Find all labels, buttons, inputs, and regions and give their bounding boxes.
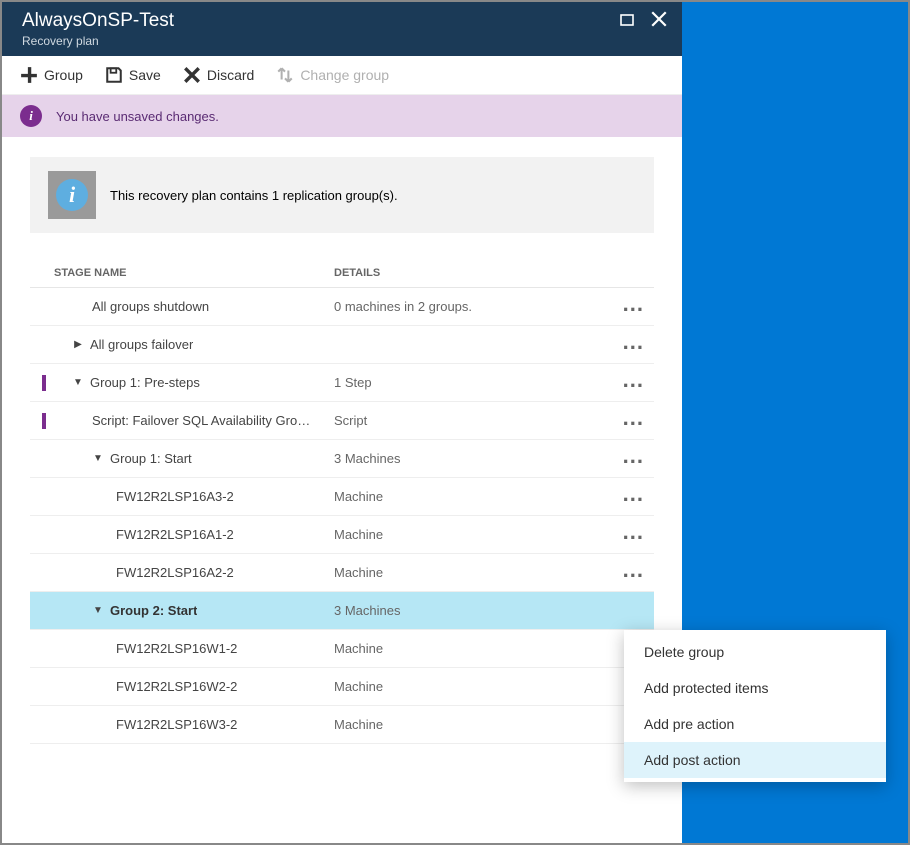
row-name: Script: Failover SQL Availability Gro…	[92, 413, 310, 428]
table-row[interactable]: Script: Failover SQL Availability Gro… Sc…	[30, 402, 654, 440]
info-box-text: This recovery plan contains 1 replicatio…	[110, 188, 398, 203]
table-row[interactable]: ▼ Group 1: Pre-steps 1 Step...	[30, 364, 654, 402]
toolbar: Group Save Discard Change group	[2, 56, 682, 95]
group-button-label: Group	[44, 67, 83, 83]
restore-window-icon[interactable]	[620, 11, 636, 30]
header-controls	[620, 10, 668, 31]
group-button[interactable]: Group	[20, 66, 83, 84]
save-icon	[105, 66, 123, 84]
info-box-icon-bg: i	[48, 171, 96, 219]
discard-button-label: Discard	[207, 67, 254, 83]
row-details: 3 Machines	[334, 451, 614, 466]
context-menu-item[interactable]: Add pre action	[624, 706, 886, 742]
swap-icon	[276, 66, 294, 84]
table-row[interactable]: FW12R2LSP16A1-2 Machine...	[30, 516, 654, 554]
row-name: Group 1: Pre-steps	[90, 375, 200, 390]
discard-icon	[183, 66, 201, 84]
more-actions-icon[interactable]: ...	[623, 557, 644, 582]
header-text: AlwaysOnSP-Test Recovery plan	[22, 10, 174, 48]
plus-icon	[20, 66, 38, 84]
row-details: Machine	[334, 527, 614, 542]
table-row[interactable]: FW12R2LSP16A2-2 Machine...	[30, 554, 654, 592]
table-row[interactable]: FW12R2LSP16W2-2Machine...	[30, 668, 654, 706]
panel-header: AlwaysOnSP-Test Recovery plan	[2, 2, 682, 56]
row-name: All groups failover	[90, 337, 193, 352]
row-details: Script	[334, 413, 614, 428]
chevron-down-icon[interactable]: ▼	[72, 377, 84, 388]
context-menu-item[interactable]: Add post action	[624, 742, 886, 778]
row-details: Machine	[334, 679, 614, 694]
save-button-label: Save	[129, 67, 161, 83]
row-details: 3 Machines	[334, 603, 614, 618]
change-group-label: Change group	[300, 67, 389, 83]
more-actions-icon[interactable]: ...	[623, 405, 644, 430]
col-header-name: STAGE NAME	[54, 267, 334, 279]
row-name: FW12R2LSP16A1-2	[116, 527, 234, 542]
more-actions-icon[interactable]: ...	[623, 329, 644, 354]
more-actions-icon[interactable]: ...	[623, 519, 644, 544]
row-details: Machine	[334, 489, 614, 504]
table-header: STAGE NAME DETAILS	[30, 267, 654, 288]
table-row[interactable]: FW12R2LSP16W3-2Machine...	[30, 706, 654, 744]
chevron-down-icon[interactable]: ▼	[92, 605, 104, 616]
banner-text: You have unsaved changes.	[56, 109, 219, 124]
table-row[interactable]: ▶ All groups failover...	[30, 326, 654, 364]
col-header-details: DETAILS	[334, 267, 614, 279]
info-icon: i	[56, 179, 88, 211]
row-details: 0 machines in 2 groups.	[334, 299, 614, 314]
chevron-down-icon[interactable]: ▼	[92, 453, 104, 464]
row-name: FW12R2LSP16A3-2	[116, 489, 234, 504]
table-row[interactable]: All groups shutdown 0 machines in 2 group…	[30, 288, 654, 326]
row-name: FW12R2LSP16A2-2	[116, 565, 234, 580]
rows-container: All groups shutdown 0 machines in 2 group…	[30, 288, 654, 744]
row-details: Machine	[334, 565, 614, 580]
row-name: FW12R2LSP16W1-2	[116, 641, 237, 656]
unsaved-changes-banner: i You have unsaved changes.	[2, 95, 682, 137]
table-row[interactable]: ▼ Group 2: Start 3 Machines	[30, 592, 654, 630]
replication-info-box: i This recovery plan contains 1 replicat…	[30, 157, 654, 233]
table-row[interactable]: FW12R2LSP16W1-2Machine...	[30, 630, 654, 668]
context-menu-item[interactable]: Delete group	[624, 634, 886, 670]
group-marker	[42, 375, 46, 391]
table-row[interactable]: ▼ Group 1: Start 3 Machines...	[30, 440, 654, 478]
panel-subtitle: Recovery plan	[22, 34, 174, 48]
discard-button[interactable]: Discard	[183, 66, 254, 84]
panel-title: AlwaysOnSP-Test	[22, 10, 174, 32]
row-details: 1 Step	[334, 375, 614, 390]
table-row[interactable]: FW12R2LSP16A3-2 Machine...	[30, 478, 654, 516]
row-name: FW12R2LSP16W3-2	[116, 717, 237, 732]
more-actions-icon[interactable]: ...	[623, 367, 644, 392]
change-group-button: Change group	[276, 66, 389, 84]
save-button[interactable]: Save	[105, 66, 161, 84]
row-name: All groups shutdown	[92, 299, 209, 314]
context-menu-item[interactable]: Add protected items	[624, 670, 886, 706]
info-icon: i	[20, 105, 42, 127]
row-name: Group 2: Start	[110, 603, 197, 618]
group-marker	[42, 413, 46, 429]
more-actions-icon[interactable]: ...	[623, 291, 644, 316]
row-details: Machine	[334, 641, 614, 656]
recovery-plan-panel: AlwaysOnSP-Test Recovery plan Group Save…	[2, 2, 682, 843]
more-actions-icon[interactable]: ...	[623, 443, 644, 468]
row-name: Group 1: Start	[110, 451, 192, 466]
content-area: i This recovery plan contains 1 replicat…	[2, 137, 682, 843]
chevron-right-icon[interactable]: ▶	[72, 339, 84, 350]
context-menu[interactable]: Delete groupAdd protected itemsAdd pre a…	[624, 630, 886, 782]
row-details: Machine	[334, 717, 614, 732]
more-actions-icon[interactable]: ...	[623, 481, 644, 506]
row-name: FW12R2LSP16W2-2	[116, 679, 237, 694]
close-icon[interactable]	[650, 10, 668, 31]
